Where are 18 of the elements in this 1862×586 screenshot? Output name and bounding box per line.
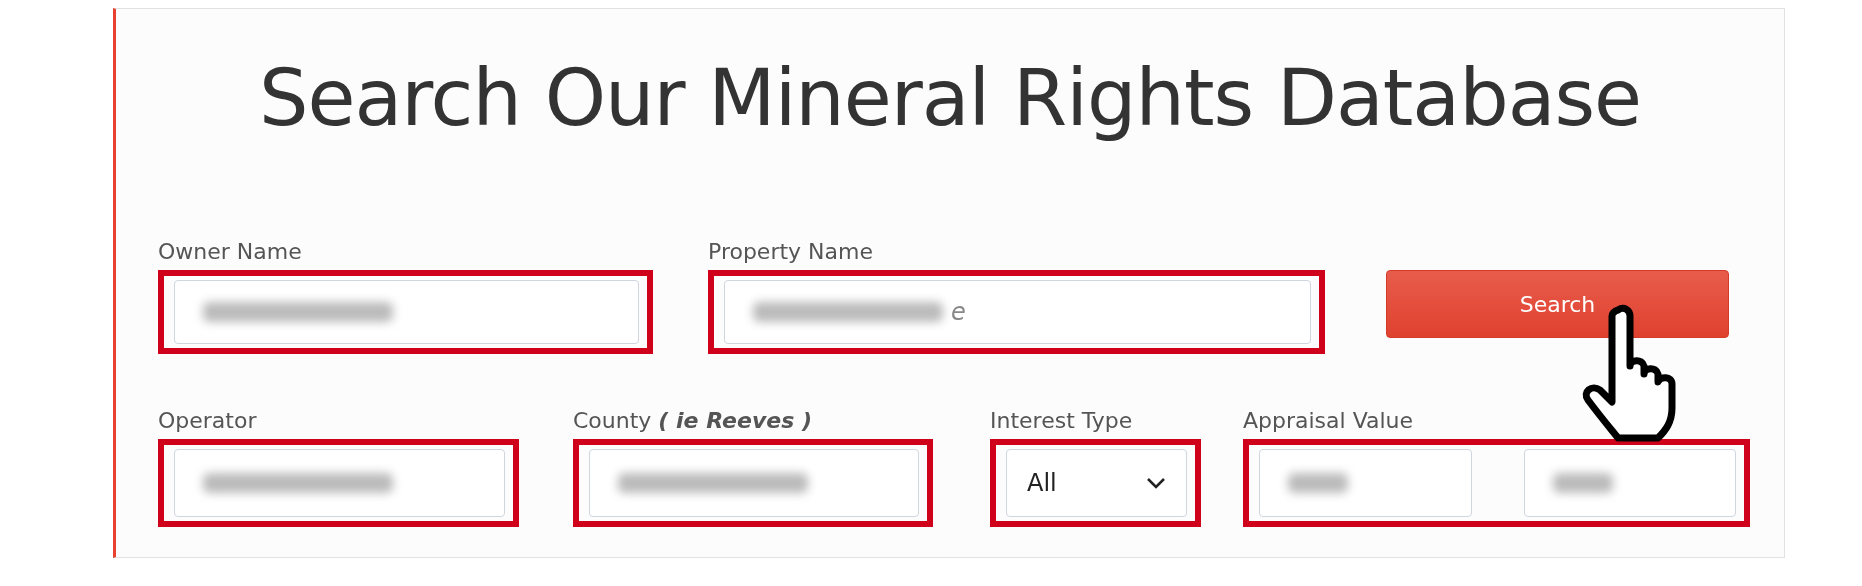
page-title: Search Our Mineral Rights Database bbox=[257, 53, 1643, 143]
field-label: Operator bbox=[158, 408, 258, 433]
field-label: Appraisal Value bbox=[1243, 408, 1415, 433]
input-field[interactable]: e bbox=[724, 280, 1311, 344]
input-field[interactable] bbox=[1259, 449, 1472, 517]
field-label: Interest Type bbox=[990, 408, 1134, 433]
field-label: Property Name bbox=[708, 239, 874, 264]
field-label: County ( ie Reeves ) bbox=[573, 408, 813, 433]
select-field[interactable]: All bbox=[1006, 449, 1187, 517]
placeholder-text: e bbox=[951, 298, 966, 326]
input-field[interactable] bbox=[174, 280, 639, 344]
search-button[interactable]: Search bbox=[1386, 270, 1729, 338]
input-field[interactable] bbox=[589, 449, 919, 517]
chevron-down-icon bbox=[1146, 477, 1166, 489]
input-field[interactable] bbox=[174, 449, 505, 517]
select-value: All bbox=[1027, 469, 1057, 497]
input-field[interactable] bbox=[1523, 449, 1736, 517]
field-label: Owner Name bbox=[158, 239, 303, 264]
